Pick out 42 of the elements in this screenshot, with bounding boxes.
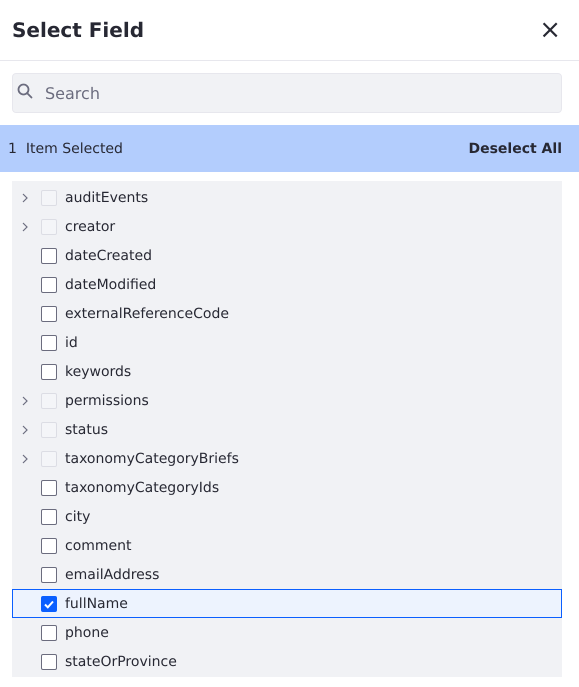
field-name: emailAddress [65,566,160,582]
dialog-title: Select Field [12,18,144,42]
field-name: keywords [65,364,132,380]
field-name: dateModified [65,276,156,292]
field-name: auditEvents [65,190,148,206]
checkbox[interactable] [41,654,57,670]
checkbox[interactable] [41,364,57,380]
chevron-icon[interactable] [20,452,30,464]
field-name: stateOrProvince [65,654,177,670]
chevron-icon[interactable] [20,424,30,436]
field-name: permissions [65,392,149,408]
checkbox[interactable] [41,508,57,524]
deselect-all-button[interactable]: Deselect All [468,140,562,156]
search-field[interactable]: Search [12,73,562,113]
checkbox[interactable] [41,248,57,264]
checkbox[interactable] [41,334,57,350]
checkbox[interactable] [41,480,57,496]
checkbox[interactable] [41,596,57,612]
chevron-icon[interactable] [20,394,30,406]
chevron-icon[interactable] [20,192,30,204]
field-name: externalReferenceCode [65,306,229,322]
checkbox[interactable] [41,306,57,322]
field-name: creator [65,218,116,234]
field-name: taxonomyCategoryBriefs [65,450,239,466]
checkbox[interactable] [41,624,57,640]
field-name: city [65,508,90,524]
field-name: phone [65,624,109,640]
chevron-icon[interactable] [20,220,30,232]
checkbox[interactable] [41,276,57,292]
field-name: comment [65,538,132,554]
field-name: status [65,422,108,438]
close-button[interactable]: × [533,17,567,43]
field-name: taxonomyCategoryIds [65,480,220,496]
field-name: fullName [65,596,128,612]
field-name: dateCreated [65,248,152,264]
selected-count: 1 [8,140,17,156]
field-name: id [65,334,78,350]
selected-row[interactable]: fullName [12,589,562,618]
checkbox[interactable] [41,566,57,582]
selection-label: Item Selected [26,140,123,156]
search-icon [17,83,33,99]
checkbox[interactable] [41,538,57,554]
